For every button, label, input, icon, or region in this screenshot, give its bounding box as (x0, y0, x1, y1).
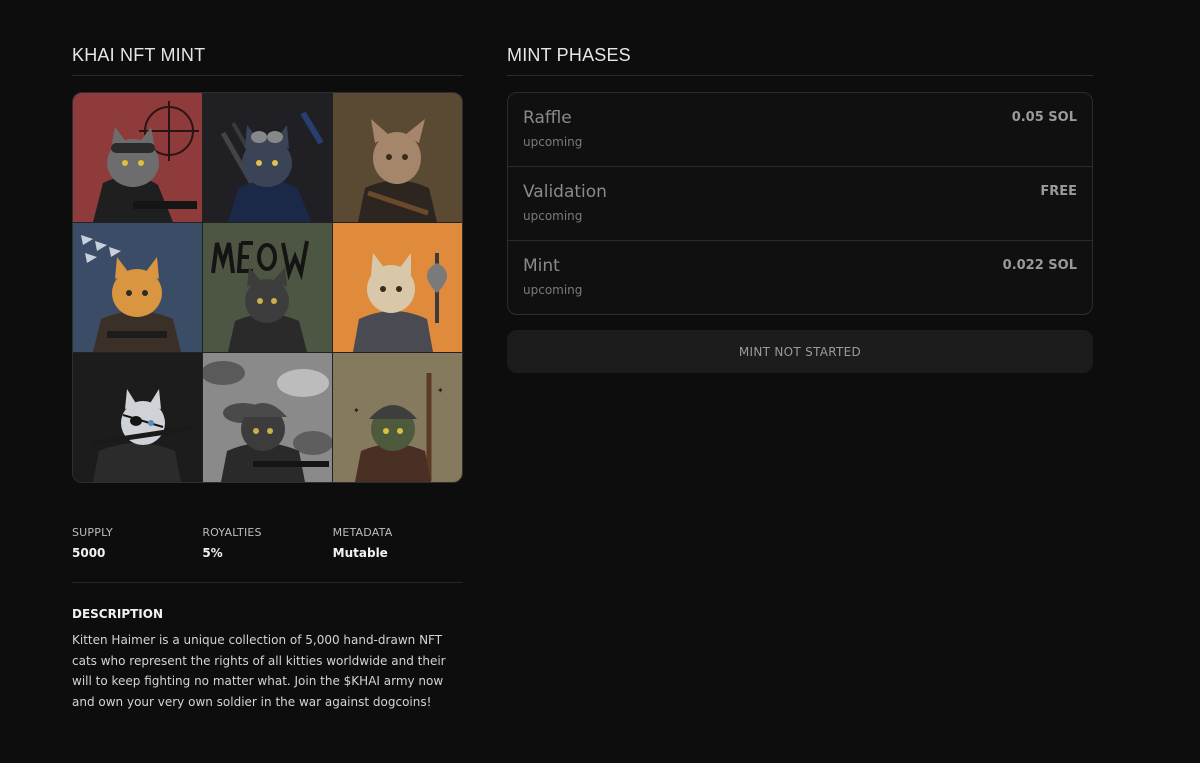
svg-text:✦: ✦ (437, 386, 444, 395)
nft-image-cat-warrior-bandolier (333, 93, 462, 222)
stat-metadata-value: Mutable (332, 546, 388, 560)
phase-name: Mint (523, 256, 560, 276)
nft-image-cat-rifleman: ✦ ✦ (333, 353, 462, 482)
nft-image-cat-sniper (73, 93, 202, 222)
description-section: DESCRIPTION Kitten Haimer is a unique co… (72, 607, 463, 712)
stat-metadata-label: METADATA (332, 526, 393, 539)
mint-phases-title: MINT PHASES (507, 44, 1093, 76)
mint-button[interactable]: MINT NOT STARTED (507, 330, 1093, 373)
stat-metadata: METADATA Mutable (333, 526, 463, 560)
nft-image-cat-meow-soldier (203, 223, 332, 352)
stat-royalties: ROYALTIES 5% (202, 526, 332, 560)
nft-image-cat-camo-soldier (203, 353, 332, 482)
collection-title: KHAI NFT MINT (72, 44, 463, 76)
stat-supply-value: 5000 (72, 546, 106, 560)
nft-image-cat-goggles-soldier (203, 93, 332, 222)
description-title: DESCRIPTION (72, 607, 164, 621)
phase-price: FREE (1040, 184, 1077, 199)
mint-page: KHAI NFT MINT ✦ ✦ SUPPLY 5000 ROYALTIES … (0, 0, 1200, 763)
nft-image-cat-axe-knight (333, 223, 462, 352)
phase-validation[interactable]: Validation upcoming FREE (508, 167, 1092, 241)
description-body: Kitten Haimer is a unique collection of … (72, 633, 446, 709)
collection-stats: SUPPLY 5000 ROYALTIES 5% METADATA Mutabl… (72, 526, 463, 583)
phase-status: upcoming (523, 209, 583, 223)
phase-name: Raffle (523, 108, 572, 128)
stat-supply-label: SUPPLY (72, 526, 113, 539)
svg-text:✦: ✦ (353, 406, 360, 415)
phase-status: upcoming (523, 135, 583, 149)
phase-name: Validation (523, 182, 607, 202)
nft-gallery: ✦ ✦ (72, 92, 463, 483)
phase-price: 0.022 SOL (1002, 258, 1077, 273)
phase-list: Raffle upcoming 0.05 SOL Validation upco… (507, 92, 1093, 315)
collection-panel: KHAI NFT MINT ✦ ✦ SUPPLY 5000 ROYALTIES … (72, 44, 463, 712)
stat-royalties-label: ROYALTIES (202, 526, 262, 539)
stat-supply: SUPPLY 5000 (72, 526, 202, 560)
mint-phases-panel: MINT PHASES Raffle upcoming 0.05 SOL Val… (507, 44, 1093, 373)
nft-image-cat-eyepatch (73, 353, 202, 482)
phase-raffle[interactable]: Raffle upcoming 0.05 SOL (508, 93, 1092, 167)
phase-mint[interactable]: Mint upcoming 0.022 SOL (508, 241, 1092, 314)
nft-image-cat-pilot (73, 223, 202, 352)
phase-status: upcoming (523, 283, 583, 297)
phase-price: 0.05 SOL (1011, 110, 1077, 125)
stat-royalties-value: 5% (202, 546, 223, 560)
